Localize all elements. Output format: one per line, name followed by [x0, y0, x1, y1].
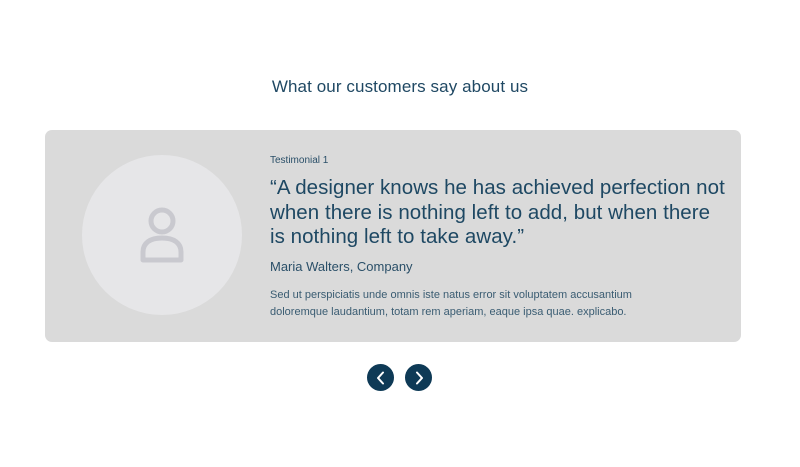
user-icon: [140, 207, 184, 263]
testimonial-quote: “A designer knows he has achieved perfec…: [270, 176, 725, 248]
previous-button[interactable]: [367, 364, 394, 391]
testimonial-description: Sed ut perspiciatis unde omnis iste natu…: [270, 288, 632, 319]
avatar: [82, 155, 242, 315]
testimonial-content: Testimonial 1 “A designer knows he has a…: [270, 155, 725, 322]
testimonial-author: Maria Walters, Company: [270, 258, 413, 274]
chevron-left-icon: [376, 371, 384, 384]
chevron-right-icon: [415, 371, 423, 384]
section-title: What our customers say about us: [271, 77, 529, 96]
testimonial-card: Testimonial 1 “A designer knows he has a…: [45, 130, 741, 342]
testimonial-label: Testimonial 1: [270, 155, 329, 166]
carousel-navigation: [367, 364, 432, 391]
next-button[interactable]: [405, 364, 432, 391]
